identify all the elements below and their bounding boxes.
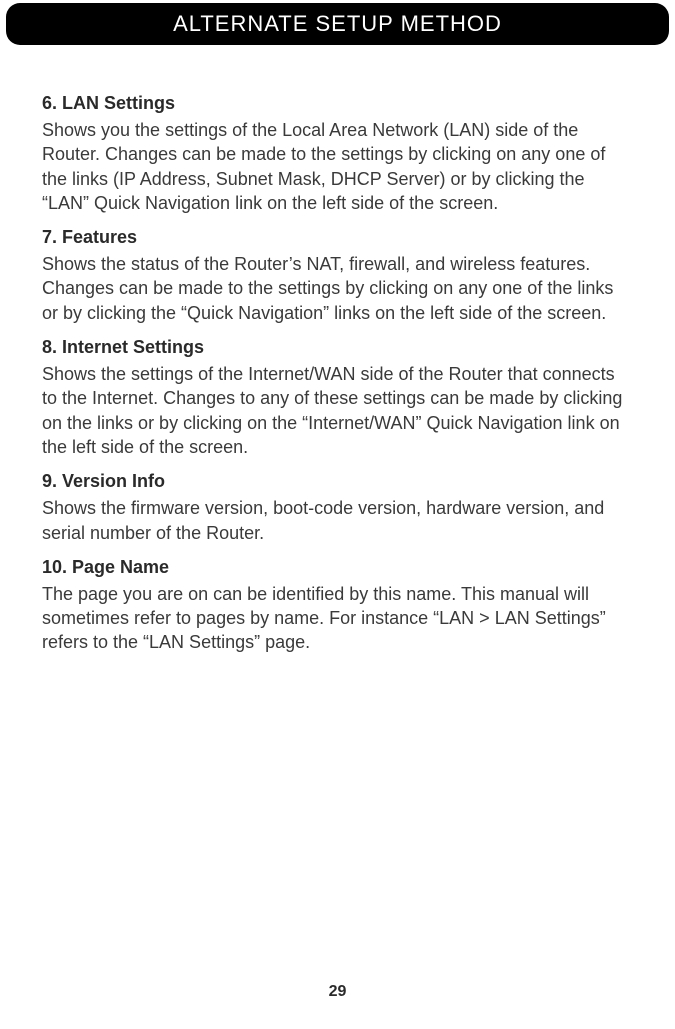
section-heading-10: 10. Page Name [42,557,633,578]
section-body-9: Shows the firmware version, boot-code ve… [42,496,633,545]
page-number: 29 [0,983,675,1001]
section-heading-9: 9. Version Info [42,471,633,492]
section-heading-6: 6. LAN Settings [42,93,633,114]
section-heading-8: 8. Internet Settings [42,337,633,358]
section-body-10: The page you are on can be identified by… [42,582,633,655]
section-body-8: Shows the settings of the Internet/WAN s… [42,362,633,459]
section-body-7: Shows the status of the Router’s NAT, fi… [42,252,633,325]
header-banner: ALTERNATE SETUP METHOD [6,3,669,45]
section-body-6: Shows you the settings of the Local Area… [42,118,633,215]
content-area: 6. LAN Settings Shows you the settings o… [0,45,675,655]
section-heading-7: 7. Features [42,227,633,248]
